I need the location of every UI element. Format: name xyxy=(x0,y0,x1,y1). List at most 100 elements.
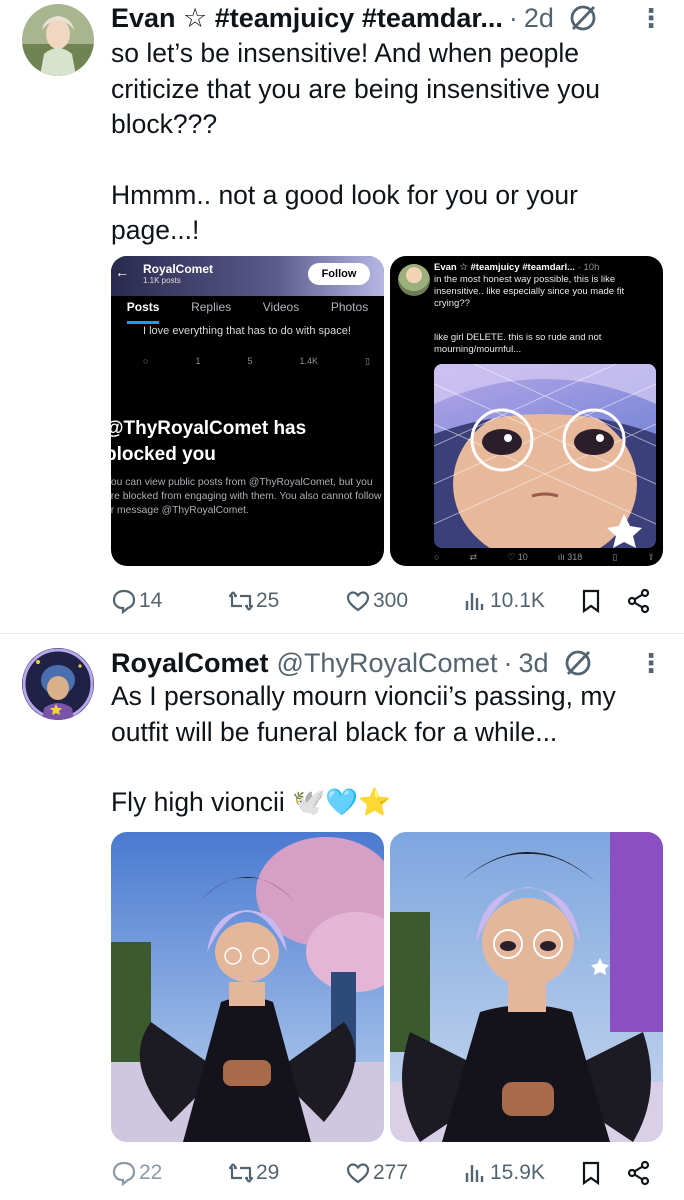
like-icon xyxy=(346,1163,370,1184)
reply-icon xyxy=(112,1161,136,1186)
share-button[interactable] xyxy=(626,588,652,614)
reply-time: · 10h xyxy=(577,262,600,273)
avatar-image xyxy=(22,648,94,720)
views-icon xyxy=(465,1165,484,1182)
blocked-description: You can view public posts from @ThyRoyal… xyxy=(111,477,382,516)
reply-views-count: 318 xyxy=(567,552,583,562)
reply-text-2: like girl DELETE. this is so rude and no… xyxy=(434,332,602,355)
views-count: 15.9K xyxy=(490,1161,545,1184)
profile-tabs: Posts Replies Videos Photos xyxy=(111,300,384,324)
follow-button: Follow xyxy=(308,263,370,285)
reply-author: Evan ☆ #teamjuicy #teamdarl... xyxy=(434,262,576,273)
author-handle[interactable]: @ThyRoyalComet xyxy=(277,648,498,679)
reply-actions: ○ ⇄ ♡ 10 ılı 318 ▯ ⇪ xyxy=(434,552,655,563)
snippet-like-stat: 5 xyxy=(247,356,253,366)
repost-count: 25 xyxy=(256,589,280,612)
bookmark-icon xyxy=(582,589,600,614)
like-icon xyxy=(346,591,370,612)
bookmark-button[interactable] xyxy=(578,588,626,614)
views-count: 10.1K xyxy=(490,589,545,612)
reply-reply-icon: ○ xyxy=(434,552,440,562)
post-count: 1.1K posts xyxy=(143,276,181,285)
tweet-text-line-1: As I personally mourn vioncii’s passing,… xyxy=(111,681,624,747)
snippet-reply-icon: ○ xyxy=(143,356,149,366)
tweet-2[interactable]: RoyalComet @ThyRoyalComet · 3d ⋮ As I pe… xyxy=(0,634,684,1200)
timestamp[interactable]: 2d xyxy=(524,3,554,34)
share-icon xyxy=(627,1160,650,1186)
repost-icon xyxy=(228,591,254,611)
reply-like-stat: ♡ 10 xyxy=(507,552,528,562)
avatar-image xyxy=(22,4,94,76)
profile-name: RoyalComet xyxy=(143,262,214,276)
tweet-text: so let’s be insensitive! And when people… xyxy=(111,36,654,249)
media-blocked-screenshot[interactable]: ← RoyalComet 1.1K posts Follow Posts Rep… xyxy=(111,256,384,566)
muted-grok-icon[interactable] xyxy=(563,648,593,678)
tweet-text-line-2: Fly high vioncii 🕊️🩵⭐ xyxy=(111,787,392,817)
tab-photos: Photos xyxy=(330,300,369,314)
action-bar: 14 25 300 10.1K xyxy=(111,584,652,618)
dot-separator: · xyxy=(508,2,518,33)
action-bar: 22 29 277 15.9K xyxy=(111,1156,652,1190)
reply-like-count: 10 xyxy=(517,552,528,562)
reply-views-stat: ılı 318 xyxy=(557,552,583,562)
reply-button[interactable]: 14 xyxy=(111,588,228,614)
more-icon[interactable]: ⋮ xyxy=(638,648,664,679)
reply-icon xyxy=(112,589,136,614)
reply-image-avatar-face xyxy=(434,364,656,548)
snippet-bookmark-icon: ▯ xyxy=(365,356,370,366)
reply-share-icon: ⇪ xyxy=(647,552,655,562)
outfit-photo-closeup xyxy=(390,832,663,1142)
snippet-text: I love everything that has to do with sp… xyxy=(143,325,351,337)
outfit-photo-full xyxy=(111,832,384,1142)
media-photo-full-outfit[interactable] xyxy=(111,832,384,1142)
reply-avatar xyxy=(398,264,430,296)
bookmark-button[interactable] xyxy=(578,1160,626,1186)
blocked-title: @ThyRoyalComet has blocked you xyxy=(111,416,306,468)
back-arrow-icon: ← xyxy=(115,264,129,280)
share-button[interactable] xyxy=(626,1160,652,1186)
snippet-repost-stat: 1 xyxy=(195,356,201,366)
tab-videos: Videos xyxy=(262,300,300,314)
views-icon xyxy=(465,593,484,610)
like-count: 300 xyxy=(373,589,409,612)
reply-button[interactable]: 22 xyxy=(111,1160,228,1186)
blocked-title-line-1: @ThyRoyalComet has xyxy=(111,418,307,439)
more-icon[interactable]: ⋮ xyxy=(638,3,664,34)
blocked-title-line-2: blocked you xyxy=(111,444,216,465)
like-count: 277 xyxy=(373,1161,409,1184)
tweet-text-line-2: Hmmm.. not a good look for you or your p… xyxy=(111,179,586,246)
avatar-royalcomet[interactable] xyxy=(22,648,94,720)
repost-count: 29 xyxy=(256,1161,280,1184)
repost-icon xyxy=(228,1163,254,1183)
views-button[interactable]: 10.1K xyxy=(462,588,578,614)
bookmark-icon xyxy=(582,1161,600,1186)
repost-button[interactable]: 29 xyxy=(228,1160,345,1186)
reply-repost-icon: ⇄ xyxy=(469,552,478,562)
timestamp[interactable]: 3d xyxy=(519,648,549,679)
like-button[interactable]: 277 xyxy=(345,1160,462,1186)
media-photo-closeup[interactable] xyxy=(390,832,663,1142)
tab-posts: Posts xyxy=(126,300,160,324)
share-icon xyxy=(627,588,650,614)
like-button[interactable]: 300 xyxy=(345,588,462,614)
tab-replies: Replies xyxy=(191,300,232,314)
avatar-face-image xyxy=(434,364,656,548)
snippet-views-stat: 1.4K xyxy=(299,356,319,366)
reply-count: 22 xyxy=(139,1161,163,1184)
views-button[interactable]: 15.9K xyxy=(462,1160,578,1186)
author-name[interactable]: Evan ☆ #teamjuicy #teamdar... xyxy=(111,3,503,34)
reply-count: 14 xyxy=(139,589,163,612)
media-reply-screenshot[interactable]: Evan ☆ #teamjuicy #teamdarl... · 10h in … xyxy=(390,256,663,566)
snippet-actions: ○ 1 5 1.4K ▯ xyxy=(143,356,370,367)
author-name[interactable]: RoyalComet xyxy=(111,648,269,679)
reply-bookmark-icon: ▯ xyxy=(612,552,618,562)
avatar-evan[interactable] xyxy=(22,4,94,76)
dot-separator: · xyxy=(503,647,513,678)
repost-button[interactable]: 25 xyxy=(228,588,345,614)
tweet-text: As I personally mourn vioncii’s passing,… xyxy=(111,679,654,821)
muted-grok-icon[interactable] xyxy=(568,3,598,33)
reply-header: Evan ☆ #teamjuicy #teamdarl... · 10h xyxy=(434,262,599,273)
tweet-text-line-1: so let’s be insensitive! And when people… xyxy=(111,38,608,139)
reply-text-1: in the most honest way possible, this is… xyxy=(434,274,625,309)
tweet-1[interactable]: Evan ☆ #teamjuicy #teamdar... · 2d ⋮ so … xyxy=(0,0,684,633)
